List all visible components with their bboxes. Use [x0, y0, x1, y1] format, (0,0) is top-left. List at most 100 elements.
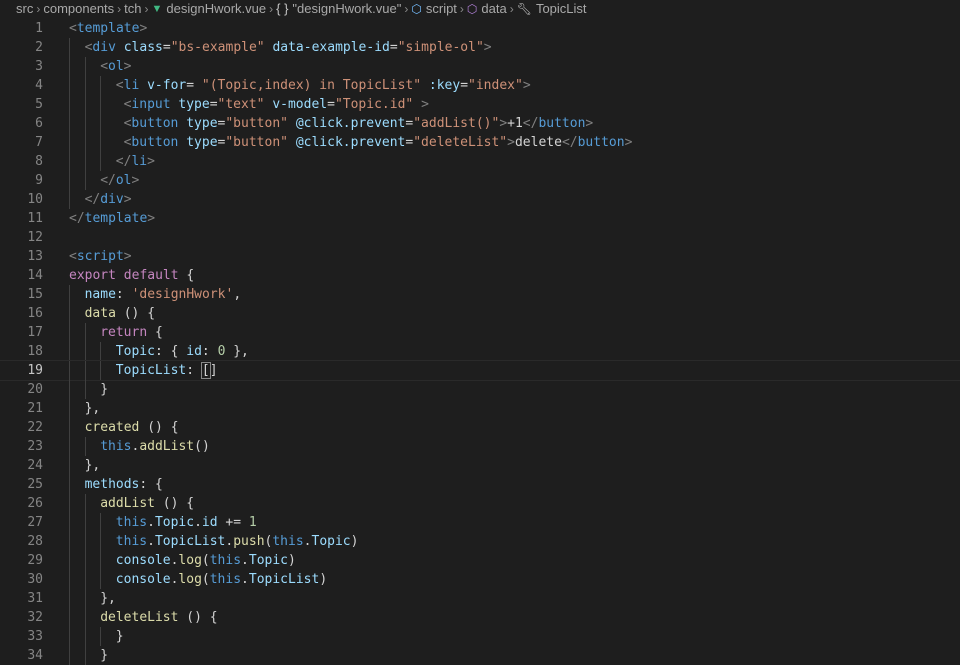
breadcrumb-item[interactable]: ⬡ data: [467, 1, 507, 16]
breadcrumb-item[interactable]: ⬡ script: [411, 1, 457, 16]
chevron-right-icon: ›: [269, 1, 274, 16]
code-line[interactable]: 32 deleteList () {: [0, 608, 960, 627]
code-line[interactable]: 17 return {: [0, 323, 960, 342]
code-line[interactable]: 14 export default {: [0, 266, 960, 285]
breadcrumb: src › components › tch › ▼ designHwork.vue ›{ } "…: [0, 0, 960, 17]
code-token: id: [186, 344, 202, 359]
code-line[interactable]: 31},: [0, 589, 960, 608]
code-text: <ol>: [100, 57, 131, 76]
code-token: >: [147, 154, 155, 169]
breadcrumb-label: tch: [124, 1, 142, 16]
indent-guide: [100, 551, 102, 570]
line-number: 1: [35, 21, 43, 36]
line-number: 26: [27, 496, 43, 511]
code-line[interactable]: 22 created () {: [0, 418, 960, 437]
code-line[interactable]: 20}: [0, 380, 960, 399]
breadcrumb-item[interactable]: 🔧︎ TopicList: [517, 1, 587, 16]
code-line[interactable]: 6 <button type="button" @click.prevent="a…: [0, 114, 960, 133]
code-line[interactable]: 2 <div class="bs-example" data-example-id…: [0, 38, 960, 57]
code-line[interactable]: 13 <script>: [0, 247, 960, 266]
code-line[interactable]: 1 <template>: [0, 19, 960, 38]
code-token: .: [303, 534, 312, 549]
code-token: <: [115, 78, 124, 93]
breadcrumb-item[interactable]: tch: [124, 1, 141, 16]
code-text: },: [85, 456, 101, 475]
indent-guide: [84, 589, 86, 608]
code-line[interactable]: 10 </div>: [0, 190, 960, 209]
breadcrumb-label: "designHwork.vue": [292, 1, 402, 16]
code-token: >: [507, 135, 515, 150]
indent-guide: [69, 437, 70, 456]
code-token: }: [100, 648, 109, 663]
code-token: </: [115, 154, 132, 169]
code-line[interactable]: 15 name: 'designHwork',: [0, 285, 960, 304]
line-number: 29: [27, 553, 43, 568]
code-token: >: [522, 78, 531, 93]
code-line[interactable]: 33}: [0, 627, 960, 646]
code-line[interactable]: 9 </ol>: [0, 171, 960, 190]
line-number: 12: [27, 230, 43, 245]
code-line[interactable]: 28 this.TopicList.push(this.Topic): [0, 532, 960, 551]
indent-guide: [100, 76, 102, 95]
code-line[interactable]: 8 </li>: [0, 152, 960, 171]
code-line[interactable]: 12: [0, 228, 960, 247]
code-token: "button": [225, 135, 288, 150]
indent-guide: [100, 114, 102, 133]
code-line[interactable]: 3 <ol>: [0, 57, 960, 76]
code-text: </ol>: [100, 171, 139, 190]
code-line[interactable]: 26 addList () {: [0, 494, 960, 513]
indent-guide: [84, 342, 86, 361]
code-token: >: [499, 116, 508, 131]
indent-guide: [69, 570, 70, 589]
code-line[interactable]: 29 console.log(this.Topic): [0, 551, 960, 570]
code-line[interactable]: 21},: [0, 399, 960, 418]
code-line[interactable]: 34}: [0, 646, 960, 665]
code-token: </: [561, 135, 578, 150]
code-token: addList: [139, 439, 195, 454]
indent-guide: [84, 494, 86, 513]
code-token: =: [186, 78, 202, 93]
cube-icon: ⬡: [411, 1, 422, 16]
code-token: template: [76, 21, 140, 36]
breadcrumb-item[interactable]: src: [16, 1, 33, 16]
code-token: =: [389, 40, 398, 55]
code-line[interactable]: 25 methods: {: [0, 475, 960, 494]
code-line[interactable]: 30 console.log(this.TopicList): [0, 570, 960, 589]
code-line[interactable]: 5 <input type="text" v-model="Topic.id" >: [0, 95, 960, 114]
line-number: 32: [27, 610, 43, 625]
indent-guide: [69, 589, 70, 608]
code-token: "text": [217, 97, 265, 112]
code-text: methods: {: [85, 475, 163, 494]
code-text: Topic: { id: 0 },: [116, 342, 249, 361]
code-line[interactable]: 23 this.addList(): [0, 437, 960, 456]
code-line[interactable]: 4 <li v-for= "(Topic,index) in TopicList"…: [0, 76, 960, 95]
line-number: 7: [35, 135, 43, 150]
code-token: =: [327, 97, 335, 112]
code-token: "bs-example": [170, 40, 265, 55]
line-number: 5: [35, 97, 43, 112]
indent-guide: [84, 152, 86, 171]
breadcrumb-item[interactable]: { } "designHwork.vue": [276, 1, 401, 16]
code-line[interactable]: 27 this.Topic.id += 1: [0, 513, 960, 532]
code-token: delete: [514, 135, 562, 150]
code-token: addList: [100, 496, 155, 511]
code-line[interactable]: 19 TopicList: []: [0, 360, 960, 381]
code-line[interactable]: 18 Topic: { id: 0 },: [0, 342, 960, 361]
indent-guide: [69, 627, 70, 646]
code-line[interactable]: 7 <button type="button" @click.prevent="d…: [0, 133, 960, 152]
indent-guide: [69, 323, 70, 342]
indent-guide: [69, 133, 70, 152]
code-token: {: [178, 268, 195, 283]
braces-icon: { }: [276, 1, 289, 16]
breadcrumb-item[interactable]: ▼ designHwork.vue: [152, 1, 267, 16]
code-token: default: [123, 268, 179, 283]
code-line[interactable]: 16 data () {: [0, 304, 960, 323]
breadcrumb-item[interactable]: components: [43, 1, 114, 16]
code-line[interactable]: 24},: [0, 456, 960, 475]
line-number: 34: [27, 648, 43, 663]
code-token: this: [115, 515, 148, 530]
code-line[interactable]: 11 </template>: [0, 209, 960, 228]
code-editor[interactable]: 1 <template> 2 <div class="bs-example" data…: [0, 17, 960, 665]
